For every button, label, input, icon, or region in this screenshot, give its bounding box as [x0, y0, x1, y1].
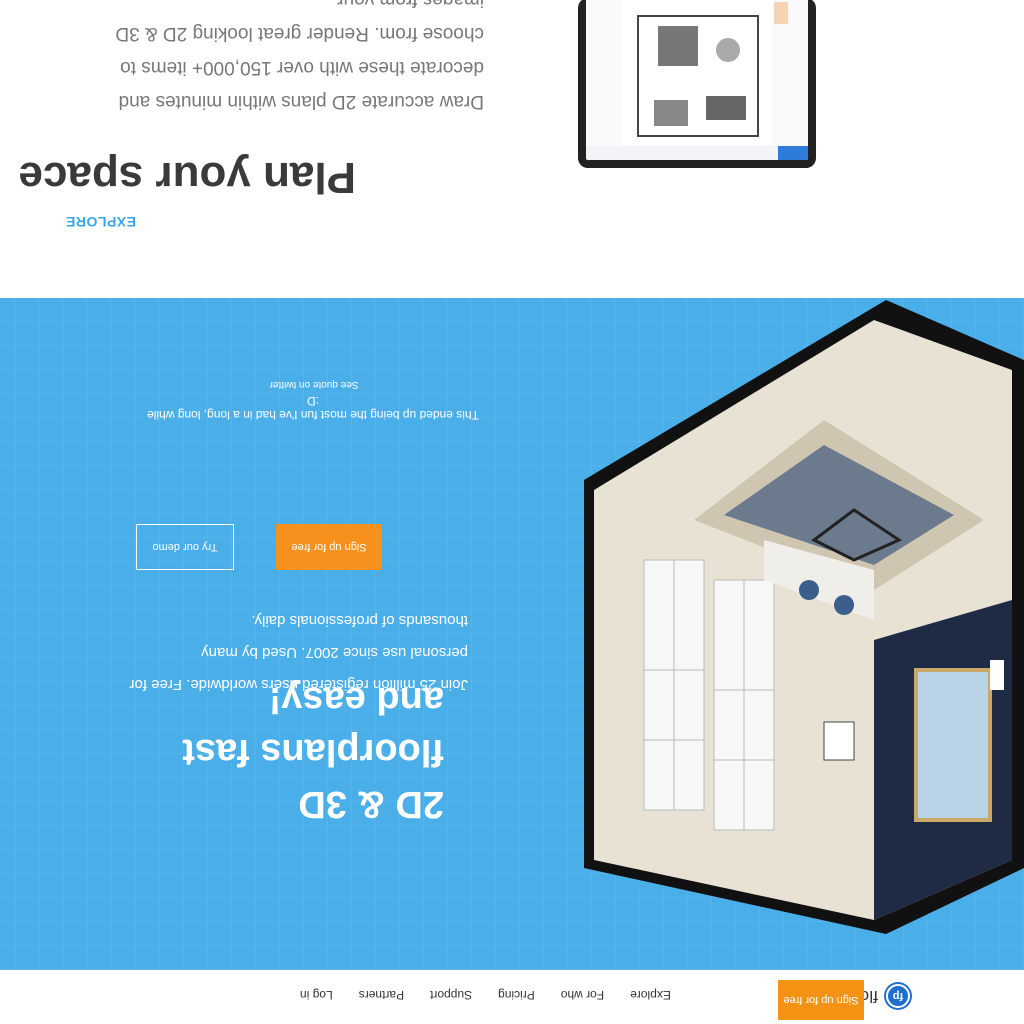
try-demo-button[interactable]: Try our demo: [136, 524, 234, 570]
explore-link[interactable]: EXPLORE: [66, 214, 136, 230]
3d-room-render: [584, 300, 1024, 934]
nav-link-partners[interactable]: Partners: [359, 988, 404, 1002]
nav-signup-button[interactable]: Sign up for free: [778, 980, 864, 1020]
plan-title: Plan your space: [18, 153, 356, 202]
hero-section: 2D & 3D floorplans fast and easy! Join 2…: [0, 298, 1024, 970]
user-quote: This ended up being the most fun I've ha…: [147, 394, 479, 422]
plan-description: Draw accurate 2D plans within minutes an…: [115, 0, 484, 112]
nav-link-for-who[interactable]: For who: [561, 988, 604, 1002]
hero-signup-button[interactable]: Sign up for free: [276, 524, 382, 570]
nav-link-explore[interactable]: Explore: [630, 988, 671, 1002]
editor-screenshot: [586, 0, 808, 160]
tablet-mockup: [578, 0, 816, 168]
hero-description: Join 25 million registered users worldwi…: [129, 612, 468, 693]
twitter-quote-link[interactable]: See quote on twitter: [264, 379, 364, 390]
nav-link-support[interactable]: Support: [430, 988, 472, 1002]
nav-links: Explore For who Pricing Support Partners…: [300, 988, 697, 1002]
floorplanner-logo-icon: fp: [886, 984, 910, 1008]
nav-link-login[interactable]: Log in: [300, 988, 333, 1002]
top-nav: fp floorplanner Explore For who Pricing …: [0, 966, 1024, 1024]
page: fp floorplanner Explore For who Pricing …: [0, 0, 1024, 1024]
nav-link-pricing[interactable]: Pricing: [498, 988, 535, 1002]
